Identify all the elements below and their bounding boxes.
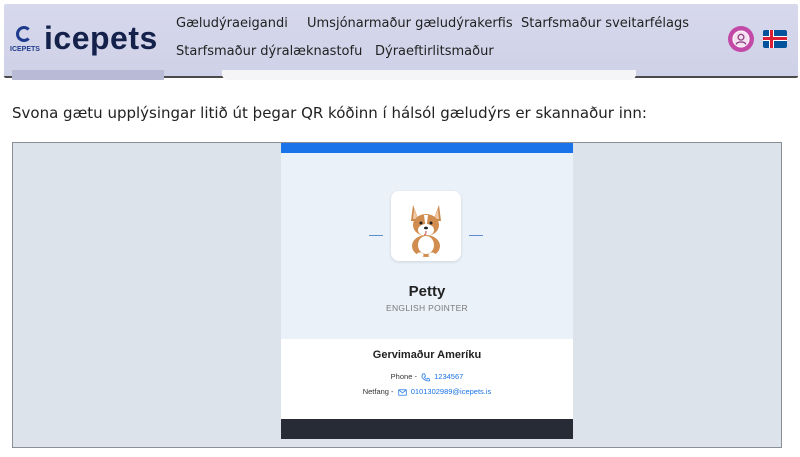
card-hero: Petty ENGLISH POINTER	[281, 153, 573, 339]
user-icon	[732, 30, 750, 48]
phone-link[interactable]: 1234567	[434, 372, 463, 381]
email-link[interactable]: 0101302989@icepets.is	[411, 387, 492, 396]
pet-breed: ENGLISH POINTER	[386, 303, 468, 313]
email-label: Netfang -	[362, 387, 396, 396]
divider-right	[469, 235, 483, 236]
nav-item-vet-clinic-staff[interactable]: Starfsmaður dýralæknastofu	[176, 44, 362, 59]
phone-icon	[421, 373, 430, 381]
pet-profile-card: Petty ENGLISH POINTER Gervimaður Ameríku…	[281, 143, 573, 439]
search-bar[interactable]	[222, 70, 636, 80]
phone-row: Phone - 1234567	[281, 372, 573, 382]
brand-name: icepets	[44, 20, 158, 56]
main-nav: Gæludýraeigandi Umsjónarmaður gæludýrake…	[176, 14, 696, 64]
top-navigation-bar: ICEPETS icepets Gæludýraeigandi Umsjónar…	[4, 4, 798, 80]
dog-image-icon	[411, 205, 441, 258]
nav-item-municipality-staff[interactable]: Starfsmaður sveitarfélags	[521, 16, 689, 31]
email-row: Netfang - 0101302989@icepets.is	[281, 387, 573, 397]
qr-preview-frame: Petty ENGLISH POINTER Gervimaður Ameríku…	[12, 142, 782, 448]
divider-left	[369, 235, 383, 236]
card-top-accent	[281, 143, 573, 153]
owner-name: Gervimaður Ameríku	[372, 349, 482, 361]
pet-name: Petty	[408, 283, 446, 300]
icepets-logo-icon: ICEPETS	[10, 24, 40, 54]
nav-item-system-admin[interactable]: Umsjónarmaður gæludýrakerfis	[307, 16, 513, 31]
nav-item-pet-owner[interactable]: Gæludýraeigandi	[176, 16, 288, 31]
pet-photo	[391, 191, 461, 261]
iceland-flag-icon[interactable]	[763, 30, 787, 48]
brand-logo[interactable]: ICEPETS icepets	[10, 20, 158, 57]
card-footer	[281, 419, 573, 439]
envelope-icon	[397, 388, 407, 396]
intro-text: Svona gætu upplýsingar litið út þegar QR…	[12, 104, 647, 122]
user-avatar[interactable]	[728, 26, 754, 52]
phone-label: Phone -	[390, 372, 420, 381]
sidebar-strip	[12, 70, 164, 80]
nav-item-animal-inspector[interactable]: Dýraeftirlitsmaður	[375, 44, 494, 59]
